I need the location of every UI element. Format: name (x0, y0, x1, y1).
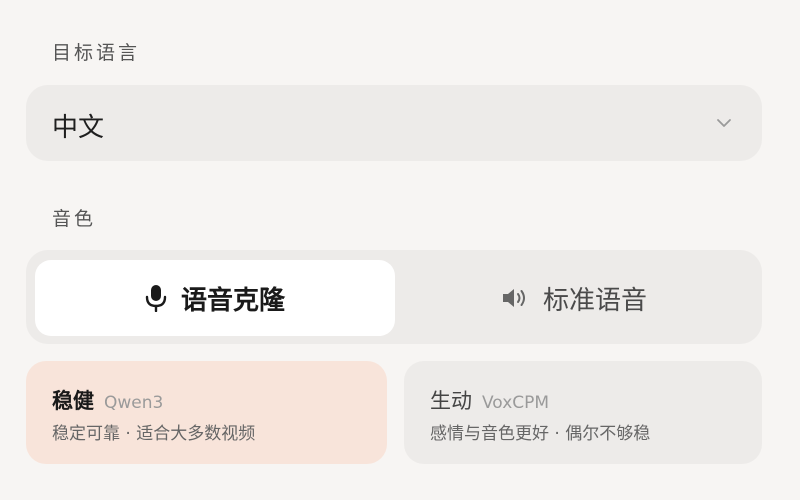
target-language-select[interactable]: 中文 (26, 85, 762, 161)
target-language-label: 目标语言 (52, 42, 141, 64)
voice-clone-button[interactable]: 语音克隆 (35, 260, 395, 336)
engine-model: VoxCPM (482, 393, 550, 413)
engine-card-header: 生动 VoxCPM (430, 385, 549, 415)
voice-label: 音色 (52, 208, 97, 230)
speaker-icon (501, 285, 529, 311)
voice-mode-toggle: 语音克隆 标准语音 (26, 250, 762, 344)
engine-card-vivid[interactable]: 生动 VoxCPM 感情与音色更好 · 偶尔不够稳 (404, 361, 762, 464)
microphone-icon (145, 284, 167, 312)
chevron-down-icon (717, 119, 731, 127)
engine-description: 稳定可靠 · 适合大多数视频 (52, 424, 256, 444)
voice-clone-label: 语音克隆 (180, 285, 285, 316)
target-language-value: 中文 (52, 113, 105, 143)
engine-title: 生动 (430, 389, 472, 413)
standard-voice-button[interactable]: 标准语音 (394, 260, 754, 336)
engine-card-stable[interactable]: 稳健 Qwen3 稳定可靠 · 适合大多数视频 (26, 361, 387, 464)
engine-title: 稳健 (52, 389, 94, 413)
settings-panel: 目标语言 中文 音色 语音克隆 标准语音 稳健 Qwen3 稳定可靠 · 适合大… (0, 0, 800, 500)
standard-voice-label: 标准语音 (542, 285, 647, 316)
engine-description: 感情与音色更好 · 偶尔不够稳 (430, 424, 651, 444)
engine-card-header: 稳健 Qwen3 (52, 385, 163, 415)
engine-model: Qwen3 (104, 393, 164, 413)
